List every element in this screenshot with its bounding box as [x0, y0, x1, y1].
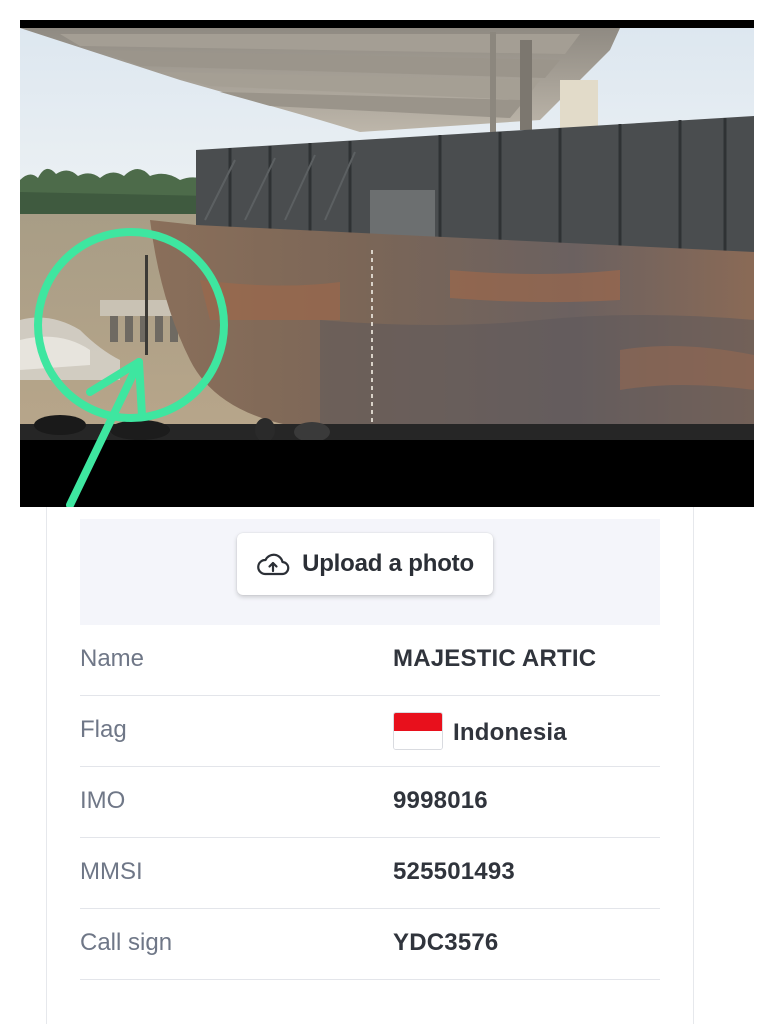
- detail-value: 525501493: [393, 858, 515, 885]
- detail-value: 9998016: [393, 787, 488, 814]
- detail-key: Name: [80, 645, 145, 672]
- indonesia-flag-icon: [393, 712, 443, 750]
- vessel-details-card: Upload a photo Name MAJESTIC ARTIC Flag …: [46, 507, 694, 1024]
- detail-key: Flag: [80, 716, 127, 743]
- vessel-details-table: Name MAJESTIC ARTIC Flag Indonesia IMO 9…: [80, 625, 660, 980]
- detail-row-name: Name MAJESTIC ARTIC: [80, 625, 660, 696]
- detail-row-flag: Flag Indonesia: [80, 696, 660, 767]
- detail-value-flag: Indonesia: [393, 712, 567, 750]
- detail-value: YDC3576: [393, 929, 499, 956]
- detail-row-imo: IMO 9998016: [80, 767, 660, 838]
- vessel-page: Upload a photo Name MAJESTIC ARTIC Flag …: [0, 0, 776, 1024]
- detail-row-mmsi: MMSI 525501493: [80, 838, 660, 909]
- detail-key: MMSI: [80, 858, 143, 885]
- barge-under-bridge-image: [20, 20, 754, 507]
- vessel-photo: [20, 20, 754, 507]
- upload-photo-label: Upload a photo: [302, 550, 474, 577]
- flag-country: Indonesia: [453, 719, 567, 746]
- detail-key: Call sign: [80, 929, 173, 956]
- upload-photo-button[interactable]: Upload a photo: [237, 533, 493, 595]
- detail-row-call-sign: Call sign YDC3576: [80, 909, 660, 980]
- detail-value: MAJESTIC ARTIC: [393, 645, 597, 672]
- cloud-upload-icon: [257, 553, 290, 576]
- detail-key: IMO: [80, 787, 126, 814]
- upload-photo-area: Upload a photo: [80, 519, 660, 625]
